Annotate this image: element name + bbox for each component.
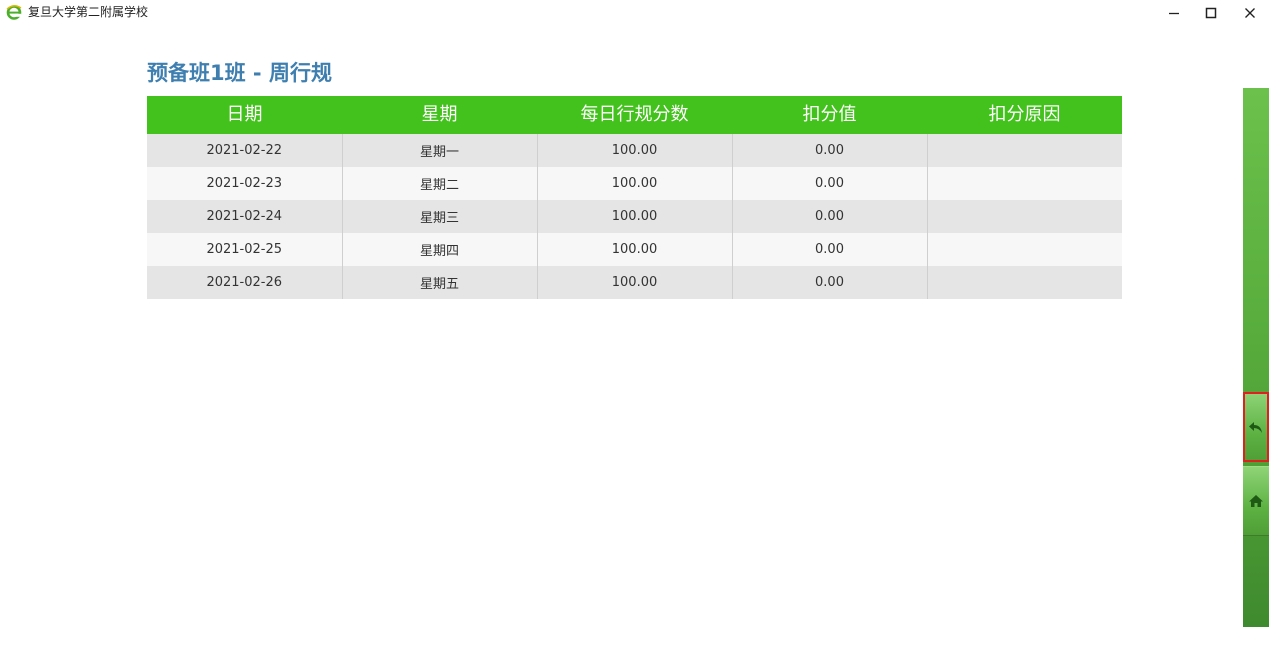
cell-deduction: 0.00: [732, 167, 928, 200]
table-row: 2021-02-23 星期二 100.00 0.00: [147, 167, 1122, 200]
cell-deduction: 0.00: [732, 134, 928, 167]
cell-deduction: 0.00: [732, 200, 928, 233]
window-title: 复旦大学第二附属学校: [28, 5, 149, 19]
table-header-row: 日期 星期 每日行规分数 扣分值 扣分原因: [147, 96, 1122, 134]
cell-deduction: 0.00: [732, 266, 928, 299]
cell-deduction-reason: [927, 266, 1122, 299]
window-titlebar: 复旦大学第二附属学校: [0, 0, 1269, 26]
cell-daily-score: 100.00: [537, 266, 733, 299]
header-daily-score: 每日行规分数: [580, 104, 689, 125]
table-row: 2021-02-22 星期一 100.00 0.00: [147, 134, 1122, 167]
cell-daily-score: 100.00: [537, 167, 733, 200]
ie-browser-icon: [6, 4, 22, 20]
cell-weekday: 星期四: [342, 233, 538, 266]
cell-weekday: 星期一: [342, 134, 538, 167]
cell-weekday: 星期三: [342, 200, 538, 233]
page-title: 预备班1班 - 周行规: [147, 61, 332, 85]
cell-weekday: 星期五: [342, 266, 538, 299]
cell-date: 2021-02-26: [147, 266, 343, 299]
cell-daily-score: 100.00: [537, 134, 733, 167]
cell-weekday: 星期二: [342, 167, 538, 200]
table-row: 2021-02-25 星期四 100.00 0.00: [147, 233, 1122, 266]
back-arrow-icon: [1249, 422, 1262, 433]
cell-deduction: 0.00: [732, 233, 928, 266]
cell-deduction-reason: [927, 167, 1122, 200]
cell-deduction-reason: [927, 134, 1122, 167]
cell-date: 2021-02-23: [147, 167, 343, 200]
cell-date: 2021-02-22: [147, 134, 343, 167]
minimize-button[interactable]: [1155, 0, 1193, 26]
back-button[interactable]: [1243, 392, 1269, 462]
table-row: 2021-02-26 星期五 100.00 0.00: [147, 266, 1122, 299]
close-button[interactable]: [1231, 0, 1269, 26]
cell-daily-score: 100.00: [537, 233, 733, 266]
maximize-icon: [1205, 7, 1217, 19]
cell-daily-score: 100.00: [537, 200, 733, 233]
header-deduction-reason: 扣分原因: [988, 104, 1061, 125]
cell-deduction-reason: [927, 233, 1122, 266]
close-icon: [1245, 8, 1255, 18]
side-toolbar: [1243, 88, 1269, 627]
header-deduction: 扣分值: [802, 104, 857, 125]
cell-date: 2021-02-25: [147, 233, 343, 266]
minimize-icon: [1169, 12, 1179, 15]
header-weekday: 星期: [421, 104, 458, 125]
weekly-conduct-table: 日期 星期 每日行规分数 扣分值 扣分原因 2021-02-22 星期一 100…: [147, 96, 1122, 299]
maximize-button[interactable]: [1192, 0, 1230, 26]
header-date: 日期: [226, 104, 263, 125]
cell-date: 2021-02-24: [147, 200, 343, 233]
cell-deduction-reason: [927, 200, 1122, 233]
home-icon: [1249, 495, 1263, 507]
home-button[interactable]: [1243, 466, 1269, 536]
table-row: 2021-02-24 星期三 100.00 0.00: [147, 200, 1122, 233]
